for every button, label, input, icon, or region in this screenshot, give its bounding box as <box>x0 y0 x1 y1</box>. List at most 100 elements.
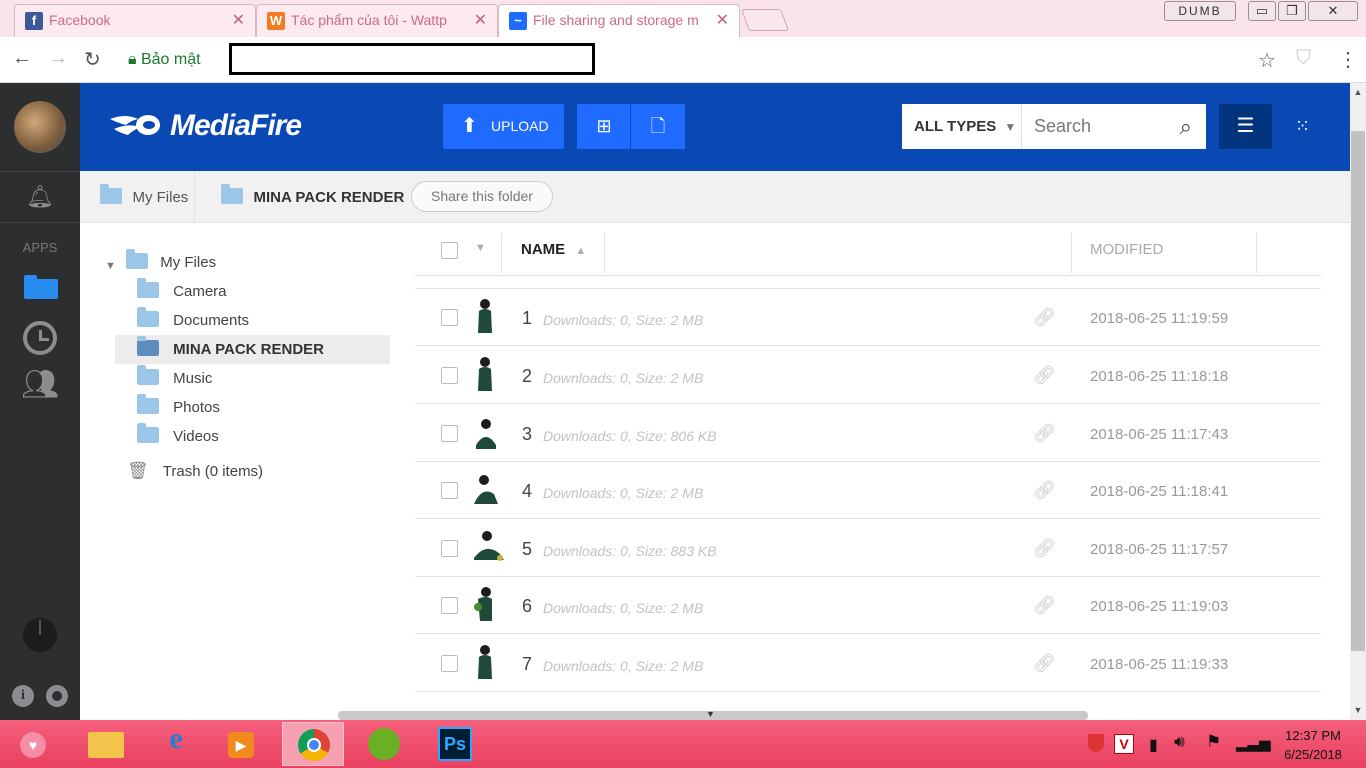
row-checkbox[interactable] <box>441 367 458 384</box>
security-indicator[interactable]: 🔒︎ Bảo mật <box>120 46 209 74</box>
row-checkbox[interactable] <box>441 482 458 499</box>
internet-explorer-icon[interactable]: e <box>148 722 204 766</box>
shield-tray-icon[interactable] <box>1088 734 1104 752</box>
battery-icon[interactable]: ▮ <box>1149 735 1158 755</box>
restore-icon[interactable]: ❐ <box>1278 1 1306 21</box>
horizontal-scroll-handle[interactable]: ▼ <box>338 709 1088 720</box>
minimize-icon[interactable]: ▭ <box>1248 1 1276 21</box>
file-name[interactable]: 2 <box>522 366 532 387</box>
bookmark-star-icon[interactable]: ☆ <box>1258 48 1276 73</box>
volume-icon[interactable]: 🔊︎ <box>1174 732 1185 752</box>
image-thumbnail <box>476 419 496 449</box>
storage-meter[interactable] <box>23 618 57 652</box>
bell-icon[interactable]: 🔔︎ <box>0 184 80 210</box>
row-checkbox[interactable] <box>441 597 458 614</box>
close-icon[interactable]: ✕ <box>232 10 245 30</box>
new-folder-button[interactable]: ⊞ <box>577 104 631 149</box>
contacts-icon[interactable]: 👥︎ <box>0 367 80 402</box>
folder-app-icon[interactable] <box>24 275 58 299</box>
table-row[interactable]: 2 Downloads: 0, Size: 2 MB 🔗︎ 2018-06-25… <box>415 347 1321 404</box>
tree-item-videos[interactable]: Videos <box>137 423 219 447</box>
modified-column-header[interactable]: MODIFIED <box>1090 241 1163 258</box>
caret-down-icon[interactable]: ▼ <box>475 242 486 254</box>
search-icon[interactable]: ⌕ <box>1180 104 1192 149</box>
close-icon[interactable]: ✕ <box>474 10 487 30</box>
info-icon[interactable]: i <box>12 685 34 707</box>
file-type-filter[interactable]: ALL TYPES ▼ <box>902 104 1022 149</box>
clock-icon[interactable] <box>23 321 57 355</box>
file-name[interactable]: 6 <box>522 596 532 617</box>
network-icon[interactable]: ▂▃▅ <box>1236 734 1271 752</box>
breadcrumb-root[interactable]: My Files <box>100 184 188 209</box>
start-button[interactable]: ♥ <box>20 732 46 758</box>
search-input[interactable]: Search ⌕ <box>1022 104 1206 149</box>
photoshop-icon[interactable]: Ps <box>426 722 482 766</box>
list-view-button[interactable]: ☰ <box>1219 104 1272 149</box>
explorer-taskbar-icon[interactable] <box>78 722 134 766</box>
chrome-taskbar-icon[interactable] <box>282 722 344 766</box>
row-checkbox[interactable] <box>441 655 458 672</box>
link-icon[interactable]: 🔗︎ <box>1033 653 1056 674</box>
forward-icon[interactable]: → <box>48 47 68 70</box>
back-icon[interactable]: ← <box>12 47 32 70</box>
link-icon[interactable]: 🔗︎ <box>1033 480 1056 501</box>
tab-wattpad[interactable]: W Tác phẩm của tôi - Wattp ✕ <box>256 4 498 37</box>
table-row[interactable]: 6 Downloads: 0, Size: 2 MB 🔗︎ 2018-06-25… <box>415 577 1321 634</box>
flag-icon[interactable]: ⚑ <box>1206 732 1221 752</box>
address-bar[interactable] <box>229 43 595 75</box>
tree-item-trash[interactable]: 🗑︎ Trash (0 items) <box>127 461 263 481</box>
close-icon[interactable]: ✕ <box>716 10 729 30</box>
link-icon[interactable]: 🔗︎ <box>1033 365 1056 386</box>
file-name[interactable]: 1 <box>522 308 532 329</box>
table-row[interactable]: 4 Downloads: 0, Size: 2 MB 🔗︎ 2018-06-25… <box>415 462 1321 519</box>
select-all-checkbox[interactable] <box>441 242 458 259</box>
vertical-scrollbar[interactable]: ▲ ▼ <box>1350 83 1366 720</box>
coccoc-browser-icon[interactable] <box>356 722 412 766</box>
shield-extension-icon[interactable]: ⛉ <box>1296 47 1311 70</box>
folder-icon <box>137 365 159 385</box>
row-checkbox[interactable] <box>441 309 458 326</box>
table-row[interactable]: 5 Downloads: 0, Size: 883 KB 🔗︎ 2018-06-… <box>415 520 1321 577</box>
tab-facebook[interactable]: f Facebook ✕ <box>14 4 256 37</box>
profile-button[interactable]: DUMB <box>1164 1 1236 21</box>
tree-item-camera[interactable]: Camera <box>137 278 227 302</box>
table-row[interactable]: 7 Downloads: 0, Size: 2 MB 🔗︎ 2018-06-25… <box>415 635 1321 692</box>
close-window-icon[interactable]: ✕ <box>1308 1 1358 21</box>
name-column-header[interactable]: NAME ▲ <box>521 241 586 258</box>
menu-icon[interactable]: ⋮ <box>1338 47 1358 72</box>
link-icon[interactable]: 🔗︎ <box>1033 538 1056 559</box>
link-icon[interactable]: 🔗︎ <box>1033 423 1056 444</box>
table-row[interactable]: 1 Downloads: 0, Size: 2 MB 🔗︎ 2018-06-25… <box>415 289 1321 346</box>
tree-item-music[interactable]: Music <box>137 365 212 389</box>
media-player-icon[interactable]: ▶ <box>212 722 268 766</box>
new-file-button[interactable]: 🗋︎ <box>631 104 685 149</box>
scroll-down-icon[interactable]: ▼ <box>1350 705 1366 715</box>
scrollbar-thumb[interactable] <box>1351 131 1365 651</box>
row-checkbox[interactable] <box>441 540 458 557</box>
scroll-up-icon[interactable]: ▲ <box>1350 87 1366 97</box>
tree-item-documents[interactable]: Documents <box>137 307 249 331</box>
table-row[interactable]: 3 Downloads: 0, Size: 806 KB 🔗︎ 2018-06-… <box>415 405 1321 462</box>
link-icon[interactable]: 🔗︎ <box>1033 307 1056 328</box>
mediafire-logo[interactable]: MediaFire <box>170 109 302 143</box>
sort-up-icon: ▲ <box>575 245 587 257</box>
file-name[interactable]: 7 <box>522 654 532 675</box>
file-name[interactable]: 4 <box>522 481 532 502</box>
system-clock[interactable]: 12:37 PM 6/25/2018 <box>1268 726 1358 764</box>
file-name[interactable]: 5 <box>522 539 532 560</box>
tree-item-mina-pack-render[interactable]: MINA PACK RENDER <box>137 336 324 360</box>
row-checkbox[interactable] <box>441 425 458 442</box>
reload-icon[interactable]: ↻ <box>84 47 101 72</box>
share-folder-button[interactable]: Share this folder <box>411 181 553 212</box>
help-icon[interactable] <box>46 685 68 707</box>
link-icon[interactable]: 🔗︎ <box>1033 595 1056 616</box>
vietkey-tray-icon[interactable]: V <box>1114 734 1134 754</box>
upload-button[interactable]: ⬆ UPLOAD <box>443 104 564 149</box>
tree-item-my-files[interactable]: ▼ My Files <box>105 249 216 273</box>
grid-view-button[interactable]: ⁙ <box>1276 104 1329 149</box>
avatar[interactable] <box>14 101 66 153</box>
tab-mediafire[interactable]: ~ File sharing and storage m ✕ <box>498 4 740 37</box>
tree-item-photos[interactable]: Photos <box>137 394 220 418</box>
file-name[interactable]: 3 <box>522 424 532 445</box>
new-tab-button[interactable] <box>740 9 790 31</box>
